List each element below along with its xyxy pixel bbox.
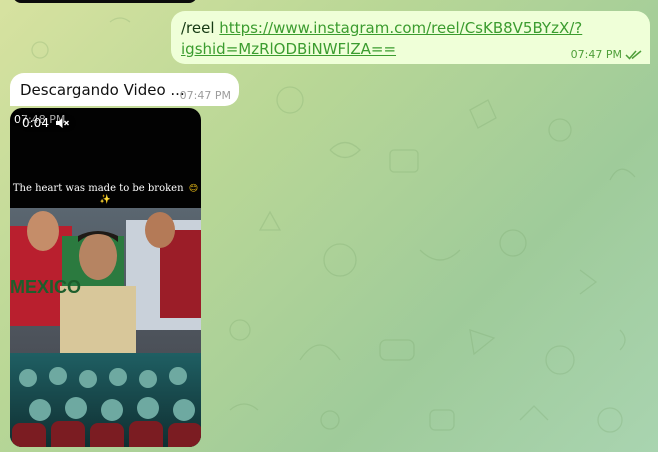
video-duration: 0:04 [22,116,49,130]
svg-text:MEXICO: MEXICO [10,277,81,297]
instagram-reel-link[interactable]: https://www.instagram.com/reel/CsKB8V5BY… [181,19,582,58]
incoming-message-time: 07:47 PM [179,89,231,102]
outgoing-message-time: 07:47 PM [570,48,622,61]
outgoing-message[interactable]: /reel https://www.instagram.com/reel/CsK… [171,11,650,64]
speaker-muted-icon[interactable] [55,117,70,129]
command-text: /reel [181,19,215,37]
incoming-message-text: Descargando Video ... [20,81,185,99]
video-caption: The heart was made to be broken 😊✨ [10,183,201,205]
outgoing-message-text: /reel https://www.instagram.com/reel/CsK… [181,18,601,60]
double-check-icon [625,50,642,60]
video-message[interactable]: 0:04 The heart was made to be broken 😊✨ [10,108,201,447]
video-caption-text: The heart was made to be broken [12,183,184,194]
video-duration-badge: 0:04 [19,114,76,132]
video-thumbnail: MEXICO [10,208,201,447]
previous-media-edge [13,0,197,3]
incoming-message[interactable]: Descargando Video ... 07:47 PM [10,73,239,106]
